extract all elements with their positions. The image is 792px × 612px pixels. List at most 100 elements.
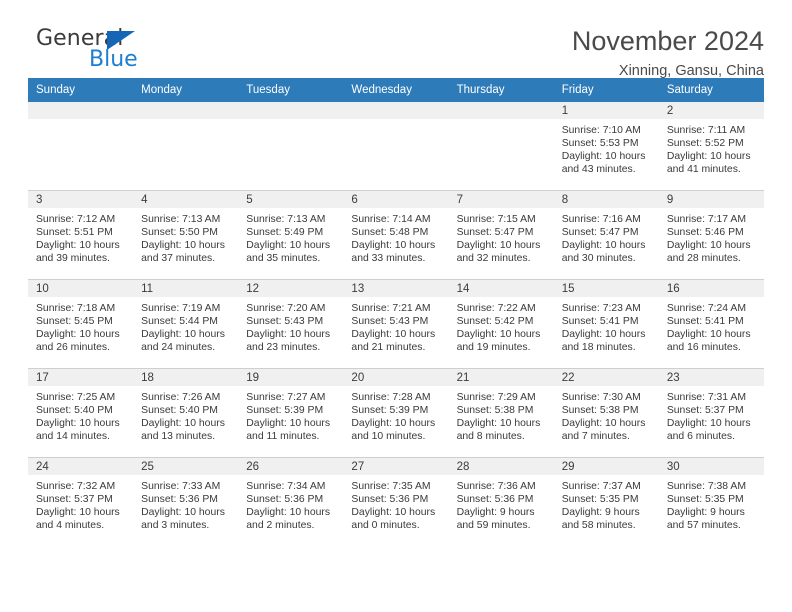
calendar-day-cell[interactable]: 5 Sunrise: 7:13 AM Sunset: 5:49 PM Daylight… xyxy=(238,190,344,280)
daylight-text: Daylight: 10 hours and 26 minutes. xyxy=(36,329,120,354)
calendar-day-cell[interactable]: 7 Sunrise: 7:15 AM Sunset: 5:47 PM Daylight… xyxy=(448,190,554,280)
day-details: Sunrise: 7:19 AM Sunset: 5:44 PM Daylight:… xyxy=(133,297,238,354)
sunset-text: Sunset: 5:43 PM xyxy=(246,316,324,328)
day-number: 23 xyxy=(658,369,764,386)
day-details: Sunrise: 7:34 AM Sunset: 5:36 PM Daylight:… xyxy=(238,475,343,532)
sunrise-text: Sunrise: 7:32 AM xyxy=(36,481,116,492)
calendar-day-cell[interactable]: 9 Sunrise: 7:17 AM Sunset: 5:46 PM Daylight… xyxy=(658,190,764,280)
daylight-text: Daylight: 10 hours and 13 minutes. xyxy=(141,418,225,443)
weekday-header-thursday: Thursday xyxy=(448,78,554,102)
calendar-day-cell[interactable]: 10 Sunrise: 7:18 AM Sunset: 5:45 PM Dayligh… xyxy=(28,279,134,369)
calendar-day-cell[interactable]: 17 Sunrise: 7:25 AM Sunset: 5:40 PM Dayligh… xyxy=(28,368,134,458)
day-details: Sunrise: 7:38 AM Sunset: 5:35 PM Daylight:… xyxy=(659,475,764,532)
day-number: 13 xyxy=(343,280,449,297)
weekday-header-tuesday: Tuesday xyxy=(238,78,344,102)
day-number: 22 xyxy=(553,369,659,386)
day-details: Sunrise: 7:37 AM Sunset: 5:35 PM Daylight:… xyxy=(554,475,659,532)
calendar-day-cell[interactable]: 2 Sunrise: 7:11 AM Sunset: 5:52 PM Daylight… xyxy=(658,102,764,191)
day-details: Sunrise: 7:35 AM Sunset: 5:36 PM Daylight:… xyxy=(343,475,448,532)
sunrise-text: Sunrise: 7:33 AM xyxy=(141,481,221,492)
sunrise-text: Sunrise: 7:19 AM xyxy=(141,303,221,314)
calendar-day-cell[interactable]: 11 Sunrise: 7:19 AM Sunset: 5:44 PM Dayligh… xyxy=(133,279,239,369)
day-number: 6 xyxy=(343,191,449,208)
day-number: 1 xyxy=(553,102,659,119)
day-number: 28 xyxy=(448,458,554,475)
sunrise-text: Sunrise: 7:18 AM xyxy=(36,303,116,314)
day-details: Sunrise: 7:15 AM Sunset: 5:47 PM Daylight:… xyxy=(449,208,554,265)
calendar-day-cell[interactable]: 16 Sunrise: 7:24 AM Sunset: 5:41 PM Dayligh… xyxy=(658,279,764,369)
day-details: Sunrise: 7:30 AM Sunset: 5:38 PM Daylight:… xyxy=(554,386,659,443)
daylight-text: Daylight: 10 hours and 24 minutes. xyxy=(141,329,225,354)
sunrise-text: Sunrise: 7:29 AM xyxy=(456,392,536,403)
sunset-text: Sunset: 5:39 PM xyxy=(351,405,429,417)
day-number: 20 xyxy=(343,369,449,386)
day-number: 27 xyxy=(343,458,449,475)
day-details: Sunrise: 7:24 AM Sunset: 5:41 PM Daylight:… xyxy=(659,297,764,354)
calendar-cell-empty xyxy=(448,102,554,191)
calendar-day-cell[interactable]: 18 Sunrise: 7:26 AM Sunset: 5:40 PM Dayligh… xyxy=(133,368,239,458)
day-number: 19 xyxy=(238,369,344,386)
sunrise-text: Sunrise: 7:15 AM xyxy=(456,214,536,225)
calendar-day-cell[interactable]: 14 Sunrise: 7:22 AM Sunset: 5:42 PM Dayligh… xyxy=(448,279,554,369)
day-number: 15 xyxy=(553,280,659,297)
sunset-text: Sunset: 5:49 PM xyxy=(246,227,324,239)
daylight-text: Daylight: 10 hours and 37 minutes. xyxy=(141,240,225,265)
day-number: 26 xyxy=(238,458,344,475)
calendar-day-cell[interactable]: 25 Sunrise: 7:33 AM Sunset: 5:36 PM Dayligh… xyxy=(133,457,239,546)
day-number: 25 xyxy=(133,458,239,475)
calendar-day-cell[interactable]: 3 Sunrise: 7:12 AM Sunset: 5:51 PM Daylight… xyxy=(28,190,134,280)
calendar-day-cell[interactable]: 8 Sunrise: 7:16 AM Sunset: 5:47 PM Daylight… xyxy=(553,190,659,280)
calendar-day-cell[interactable]: 23 Sunrise: 7:31 AM Sunset: 5:37 PM Dayligh… xyxy=(658,368,764,458)
calendar-day-cell[interactable]: 12 Sunrise: 7:20 AM Sunset: 5:43 PM Dayligh… xyxy=(238,279,344,369)
calendar-day-cell[interactable]: 30 Sunrise: 7:38 AM Sunset: 5:35 PM Dayligh… xyxy=(658,457,764,546)
calendar-day-cell[interactable]: 26 Sunrise: 7:34 AM Sunset: 5:36 PM Dayligh… xyxy=(238,457,344,546)
calendar-day-cell[interactable]: 19 Sunrise: 7:27 AM Sunset: 5:39 PM Dayligh… xyxy=(238,368,344,458)
sunset-text: Sunset: 5:50 PM xyxy=(141,227,218,239)
sunrise-text: Sunrise: 7:16 AM xyxy=(561,214,641,225)
calendar-week-row: 17 Sunrise: 7:25 AM Sunset: 5:40 PM Dayligh… xyxy=(28,368,764,458)
sunset-text: Sunset: 5:40 PM xyxy=(36,405,113,417)
sunset-text: Sunset: 5:36 PM xyxy=(456,494,534,506)
sunset-text: Sunset: 5:35 PM xyxy=(666,494,744,506)
calendar-day-cell[interactable]: 6 Sunrise: 7:14 AM Sunset: 5:48 PM Daylight… xyxy=(343,190,449,280)
brand-logo[interactable]: General Blue xyxy=(28,26,168,74)
daylight-text: Daylight: 10 hours and 6 minutes. xyxy=(666,418,751,443)
calendar-page: General Blue November 2024 Xinning, Gans… xyxy=(0,0,792,612)
weekday-header-sunday: Sunday xyxy=(28,78,134,102)
calendar-day-cell[interactable]: 1 Sunrise: 7:10 AM Sunset: 5:53 PM Daylight… xyxy=(553,102,659,191)
sunset-text: Sunset: 5:40 PM xyxy=(141,405,218,417)
day-details: Sunrise: 7:33 AM Sunset: 5:36 PM Daylight:… xyxy=(133,475,238,532)
calendar-day-cell[interactable]: 22 Sunrise: 7:30 AM Sunset: 5:38 PM Dayligh… xyxy=(553,368,659,458)
day-details: Sunrise: 7:25 AM Sunset: 5:40 PM Daylight:… xyxy=(28,386,133,443)
sunrise-text: Sunrise: 7:36 AM xyxy=(456,481,536,492)
day-number xyxy=(343,102,449,119)
calendar-day-cell[interactable]: 29 Sunrise: 7:37 AM Sunset: 5:35 PM Dayligh… xyxy=(553,457,659,546)
sunset-text: Sunset: 5:37 PM xyxy=(666,405,744,417)
day-details: Sunrise: 7:13 AM Sunset: 5:50 PM Daylight:… xyxy=(133,208,238,265)
day-number xyxy=(28,102,134,119)
day-number: 5 xyxy=(238,191,344,208)
calendar-day-cell[interactable]: 27 Sunrise: 7:35 AM Sunset: 5:36 PM Dayligh… xyxy=(343,457,449,546)
day-details: Sunrise: 7:28 AM Sunset: 5:39 PM Daylight:… xyxy=(343,386,448,443)
daylight-text: Daylight: 10 hours and 0 minutes. xyxy=(351,507,436,532)
calendar-day-cell[interactable]: 21 Sunrise: 7:29 AM Sunset: 5:38 PM Dayligh… xyxy=(448,368,554,458)
daylight-text: Daylight: 10 hours and 30 minutes. xyxy=(561,240,646,265)
day-number: 12 xyxy=(238,280,344,297)
sunset-text: Sunset: 5:41 PM xyxy=(561,316,639,328)
calendar-day-cell[interactable]: 28 Sunrise: 7:36 AM Sunset: 5:36 PM Dayligh… xyxy=(448,457,554,546)
sunrise-text: Sunrise: 7:26 AM xyxy=(141,392,221,403)
calendar-day-cell[interactable]: 24 Sunrise: 7:32 AM Sunset: 5:37 PM Dayligh… xyxy=(28,457,134,546)
calendar-day-cell[interactable]: 20 Sunrise: 7:28 AM Sunset: 5:39 PM Dayligh… xyxy=(343,368,449,458)
weekday-header-monday: Monday xyxy=(133,78,239,102)
calendar-cell-empty xyxy=(28,102,134,191)
daylight-text: Daylight: 10 hours and 7 minutes. xyxy=(561,418,646,443)
sunrise-text: Sunrise: 7:38 AM xyxy=(666,481,746,492)
weekday-header-row: Sunday Monday Tuesday Wednesday Thursday… xyxy=(28,78,764,102)
sunset-text: Sunset: 5:52 PM xyxy=(666,138,744,150)
sunrise-text: Sunrise: 7:24 AM xyxy=(666,303,746,314)
day-details: Sunrise: 7:23 AM Sunset: 5:41 PM Daylight:… xyxy=(554,297,659,354)
calendar-day-cell[interactable]: 4 Sunrise: 7:13 AM Sunset: 5:50 PM Daylight… xyxy=(133,190,239,280)
calendar-day-cell[interactable]: 15 Sunrise: 7:23 AM Sunset: 5:41 PM Dayligh… xyxy=(553,279,659,369)
daylight-text: Daylight: 10 hours and 21 minutes. xyxy=(351,329,436,354)
calendar-day-cell[interactable]: 13 Sunrise: 7:21 AM Sunset: 5:43 PM Dayligh… xyxy=(343,279,449,369)
